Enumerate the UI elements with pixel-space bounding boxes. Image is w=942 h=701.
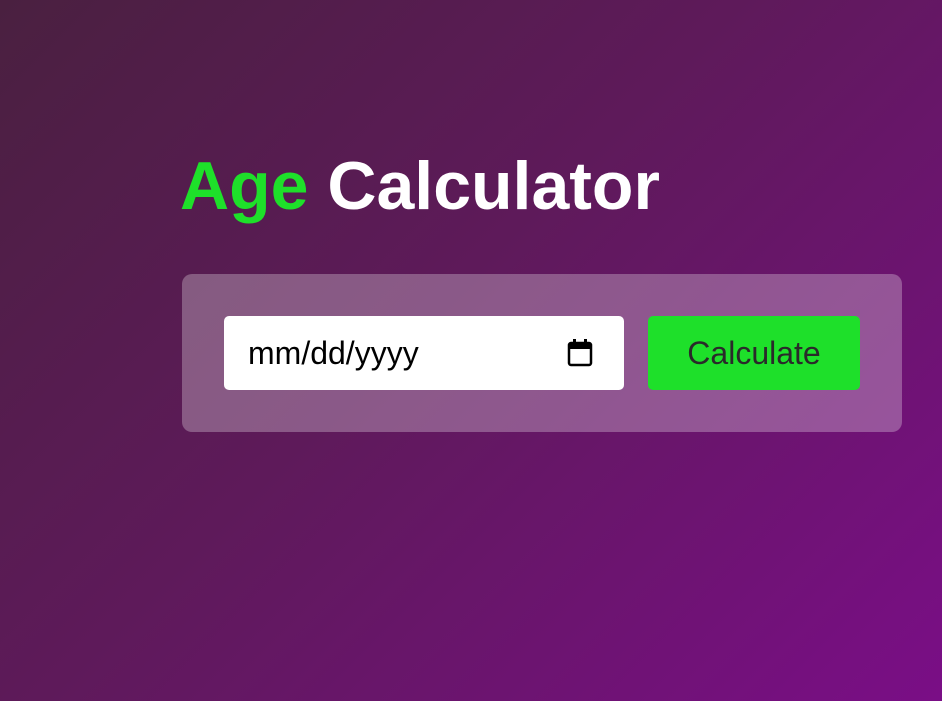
calculator-card: mm/dd/yyyy Calculate	[182, 274, 902, 432]
title-rest: Calculator	[327, 148, 660, 224]
page-title: Age Calculator	[180, 146, 660, 226]
date-placeholder: mm/dd/yyyy	[248, 335, 419, 371]
birthdate-input[interactable]: mm/dd/yyyy	[224, 316, 624, 390]
calculate-button[interactable]: Calculate	[648, 316, 860, 390]
calendar-icon[interactable]	[566, 338, 594, 368]
title-accent: Age	[180, 148, 309, 224]
